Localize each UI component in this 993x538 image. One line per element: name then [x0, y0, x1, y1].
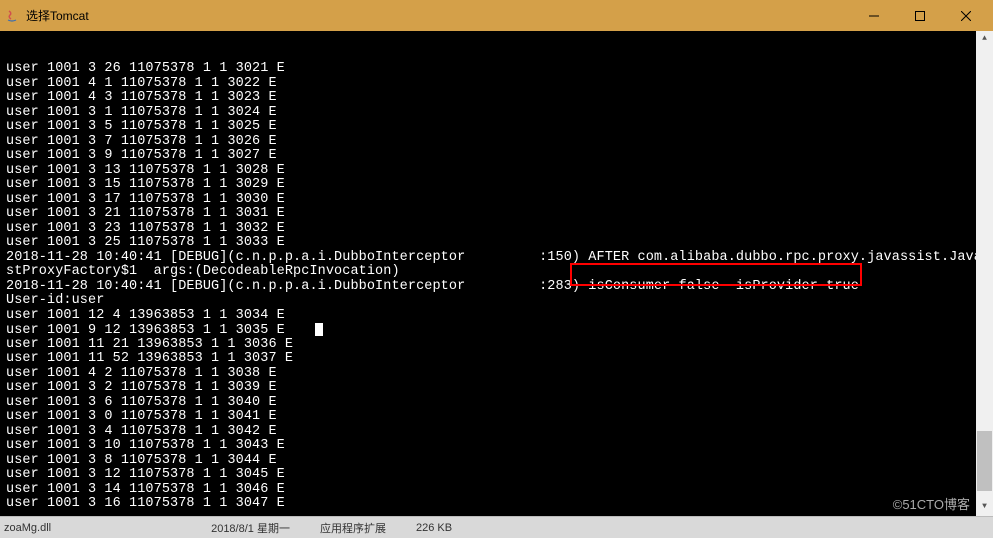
status-size: 226 KB [416, 522, 452, 534]
log-line: 2018-11-28 10:40:41 [DEBUG](c.n.p.p.a.i.… [6, 280, 993, 295]
text-cursor [315, 323, 323, 336]
log-line: user 1001 3 5 11075378 1 1 3025 E [6, 120, 993, 135]
log-line: user 1001 9 12 13963853 1 1 3035 E [6, 323, 993, 338]
log-line: user 1001 3 6 11075378 1 1 3040 E [6, 396, 993, 411]
app-window: 选择Tomcat user 1001 3 26 11075378 1 1 302… [0, 0, 993, 538]
title-bar[interactable]: 选择Tomcat [0, 0, 993, 31]
log-line: user 1001 3 12 11075378 1 1 3045 E [6, 468, 993, 483]
window-controls [851, 0, 989, 31]
log-line: User-id:user [6, 294, 993, 309]
console-output[interactable]: user 1001 3 26 11075378 1 1 3021 Euser 1… [0, 31, 993, 516]
log-line: user 1001 3 2 11075378 1 1 3039 E [6, 381, 993, 396]
window-title: 选择Tomcat [26, 7, 851, 24]
log-line: user 1001 11 52 13963853 1 1 3037 E [6, 352, 993, 367]
log-line: user 1001 3 0 11075378 1 1 3041 E [6, 410, 993, 425]
log-line: user 1001 3 7 11075378 1 1 3026 E [6, 135, 993, 150]
log-line: stProxyFactory$1 args:(DecodeableRpcInvo… [6, 265, 993, 280]
log-line: user 1001 4 2 11075378 1 1 3038 E [6, 367, 993, 382]
close-button[interactable] [943, 0, 989, 31]
status-date: 2018/8/1 星期一 [211, 520, 290, 536]
log-line: user 1001 3 14 11075378 1 1 3046 E [6, 483, 993, 498]
log-line: user 1001 3 15 11075378 1 1 3029 E [6, 178, 993, 193]
maximize-button[interactable] [897, 0, 943, 31]
log-line: user 1001 3 4 11075378 1 1 3042 E [6, 425, 993, 440]
java-icon [4, 8, 20, 24]
log-line: user 1001 4 3 11075378 1 1 3023 E [6, 91, 993, 106]
log-line: user 1001 12 4 13963853 1 1 3034 E [6, 309, 993, 324]
scroll-thumb[interactable] [977, 431, 992, 491]
log-line: user 1001 3 23 11075378 1 1 3032 E [6, 222, 993, 237]
log-line: user 1001 3 1 11075378 1 1 3024 E [6, 106, 993, 121]
scroll-up-button[interactable]: ▲ [976, 31, 993, 48]
log-line: 2018-11-28 10:40:41 [DEBUG](c.n.p.p.a.i.… [6, 251, 993, 266]
log-line: user 1001 3 21 11075378 1 1 3031 E [6, 207, 993, 222]
log-line: user 1001 3 10 11075378 1 1 3043 E [6, 439, 993, 454]
log-line: user 1001 11 21 13963853 1 1 3036 E [6, 338, 993, 353]
log-line: user 1001 3 17 11075378 1 1 3030 E [6, 193, 993, 208]
log-line: user 1001 3 8 11075378 1 1 3044 E [6, 454, 993, 469]
log-line: user 1001 4 1 11075378 1 1 3022 E [6, 77, 993, 92]
log-line: user 1001 3 16 11075378 1 1 3047 E [6, 497, 993, 512]
scroll-down-button[interactable]: ▼ [976, 499, 993, 516]
watermark: ©51CTO博客 [890, 493, 973, 514]
log-line: user 1001 3 26 11075378 1 1 3021 E [6, 62, 993, 77]
log-line: user 1001 3 13 11075378 1 1 3028 E [6, 164, 993, 179]
vertical-scrollbar[interactable]: ▲ ▼ [976, 31, 993, 516]
status-bar: zoaMg.dll 2018/8/1 星期一 应用程序扩展 226 KB [0, 516, 993, 538]
log-line: user 1001 3 9 11075378 1 1 3027 E [6, 149, 993, 164]
minimize-button[interactable] [851, 0, 897, 31]
status-filename: zoaMg.dll [4, 522, 51, 534]
status-type: 应用程序扩展 [320, 520, 386, 536]
log-line: user 1001 3 25 11075378 1 1 3033 E [6, 236, 993, 251]
